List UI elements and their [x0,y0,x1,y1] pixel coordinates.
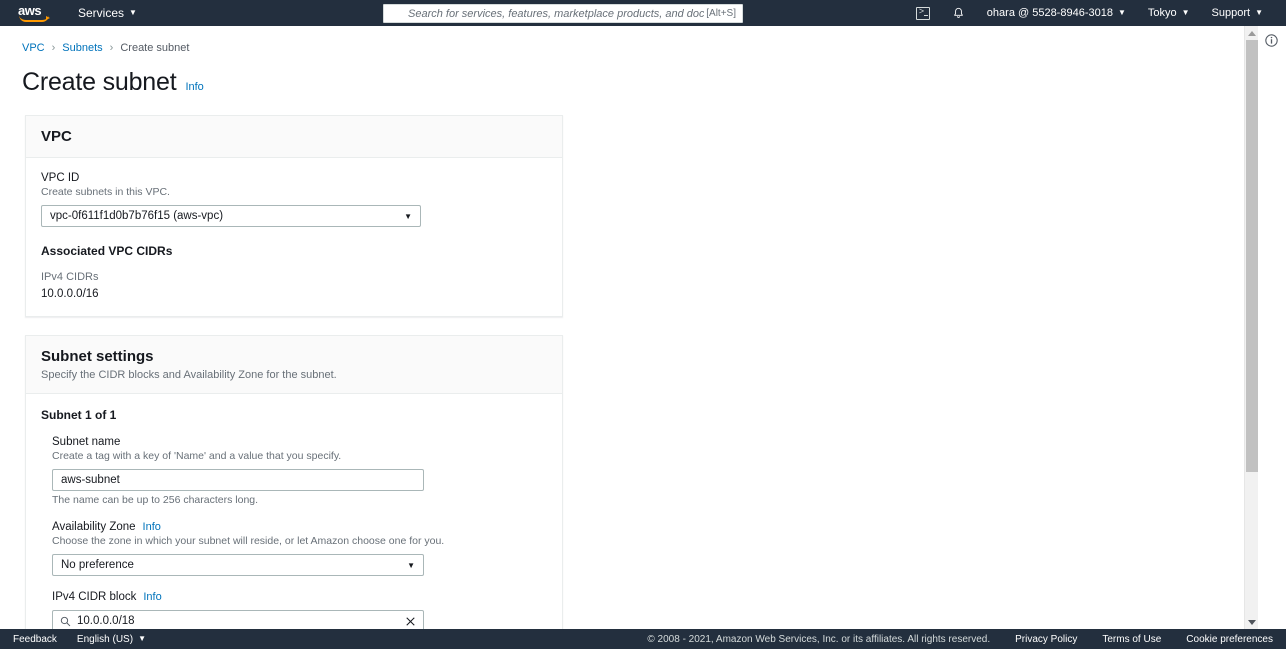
vpc-card-body: VPC ID Create subnets in this VPC. vpc-0… [26,158,562,316]
top-navigation-bar: aws Services ▼ [Alt+S] ohara @ 5528-8946… [0,0,1286,26]
services-menu-label: Services [78,6,125,20]
subnet-index-label: Subnet 1 of 1 [41,408,117,422]
vpc-id-select-value: vpc-0f611f1d0b7b76f15 (aws-vpc) [50,210,224,222]
region-menu-label: Tokyo [1147,7,1177,19]
main-content-area: VPC › Subnets › Create subnet Create sub… [0,26,1244,629]
ipv4-cidr-block-input[interactable]: 10.0.0.0/18 [52,610,424,629]
region-menu[interactable]: Tokyo ▼ [1137,0,1201,26]
search-icon [390,8,401,19]
ipv4-cidrs-value: 10.0.0.0/16 [41,288,99,300]
subnet-settings-card-body: Subnet 1 of 1 Subnet name Create a tag w… [26,394,562,629]
clear-icon[interactable] [405,616,416,627]
footer-left-group: Feedback English (US) ▼ [13,634,146,645]
scrollbar-thumb[interactable] [1246,40,1258,472]
subnet-fields-group: Subnet name Create a tag with a key of '… [52,436,547,629]
vpc-id-label: VPC ID [41,172,80,184]
aws-logo[interactable]: aws [18,2,54,24]
bell-icon [953,7,963,18]
subnet-name-hint: The name can be up to 256 characters lon… [52,494,259,506]
breadcrumb-separator-icon: › [51,42,56,54]
search-icon [60,616,71,626]
subnet-settings-title: Subnet settings [41,348,154,365]
availability-zone-description: Choose the zone in which your subnet wil… [52,535,445,547]
subnet-name-input[interactable]: aws-subnet [52,469,424,491]
ipv4-cidr-block-label: IPv4 CIDR block [52,591,137,603]
chevron-down-icon: ▼ [129,8,137,17]
scrollbar-down-arrow-icon[interactable] [1245,615,1259,629]
cloudshell-button[interactable] [905,0,941,26]
vpc-id-description: Create subnets in this VPC. [41,186,170,198]
breadcrumb-separator-icon: › [109,42,114,54]
associated-vpc-cidrs-title: Associated VPC CIDRs [41,244,173,258]
support-menu[interactable]: Support ▼ [1201,0,1274,26]
account-menu[interactable]: ohara @ 5528-8946-3018 ▼ [976,0,1137,26]
subnet-name-input-value: aws-subnet [61,474,120,486]
subnet-settings-card-header: Subnet settings Specify the CIDR blocks … [26,336,562,394]
scrollbar-up-arrow-icon[interactable] [1245,26,1259,40]
chevron-down-icon: ▼ [138,634,146,643]
privacy-policy-link[interactable]: Privacy Policy [1015,634,1077,645]
breadcrumb-item-vpc[interactable]: VPC [22,42,45,54]
breadcrumb-item-create-subnet: Create subnet [120,42,190,54]
search-input[interactable] [406,6,707,21]
language-selector[interactable]: English (US) ▼ [77,634,146,645]
top-nav-right-group: ohara @ 5528-8946-3018 ▼ Tokyo ▼ Support… [905,0,1274,26]
notifications-button[interactable] [941,0,976,26]
ipv4-cidr-block-value: 10.0.0.0/18 [77,615,135,627]
chevron-down-icon: ▼ [1181,8,1190,17]
account-menu-label: ohara @ 5528-8946-3018 [986,7,1113,19]
page-title: Create subnet [22,68,177,96]
subnet-settings-card: Subnet settings Specify the CIDR blocks … [25,335,563,629]
chevron-down-icon: ▼ [404,211,412,221]
global-search[interactable]: [Alt+S] [383,4,743,23]
page-footer: Feedback English (US) ▼ © 2008 - 2021, A… [0,629,1286,649]
cloudshell-icon [915,6,930,20]
ipv4-cidr-block-info-link[interactable]: Info [143,591,161,603]
vpc-card-title: VPC [41,128,72,145]
availability-zone-label: Availability Zone [52,521,136,533]
vpc-card-header: VPC [26,116,562,158]
chevron-down-icon: ▼ [1255,8,1263,17]
aws-logo-swoosh-icon [19,15,50,22]
copyright-text: © 2008 - 2021, Amazon Web Services, Inc.… [647,633,991,645]
availability-zone-info-link[interactable]: Info [143,521,161,533]
feedback-link[interactable]: Feedback [13,634,57,645]
availability-zone-select[interactable]: No preference ▼ [52,554,424,576]
chevron-down-icon: ▼ [1117,8,1126,17]
page-title-row: Create subnet Info [22,68,1244,97]
chevron-down-icon: ▼ [407,560,415,570]
support-menu-label: Support [1211,7,1251,19]
search-shortcut-hint: [Alt+S] [706,8,736,19]
terms-of-use-link[interactable]: Terms of Use [1102,634,1161,645]
availability-zone-label-row: Availability Zone Info [52,521,547,533]
ipv4-cidrs-label: IPv4 CIDRs [41,271,99,283]
subnet-settings-subtitle: Specify the CIDR blocks and Availability… [41,369,337,381]
subnet-name-label: Subnet name [52,436,121,448]
availability-zone-select-value: No preference [61,559,134,571]
breadcrumb: VPC › Subnets › Create subnet [22,42,1244,54]
ipv4-cidr-block-label-row: IPv4 CIDR block Info [52,591,547,603]
cookie-preferences-link[interactable]: Cookie preferences [1186,634,1273,645]
info-icon[interactable] [1265,34,1278,47]
language-selector-label: English (US) [76,633,134,645]
page-scrollbar[interactable] [1244,26,1258,629]
vpc-card: VPC VPC ID Create subnets in this VPC. v… [25,115,563,317]
subnet-name-description: Create a tag with a key of 'Name' and a … [52,450,342,462]
footer-right-group: © 2008 - 2021, Amazon Web Services, Inc.… [647,634,1273,645]
vpc-id-select[interactable]: vpc-0f611f1d0b7b76f15 (aws-vpc) ▼ [41,205,421,227]
page-info-link[interactable]: Info [185,81,203,93]
breadcrumb-item-subnets[interactable]: Subnets [62,42,102,54]
services-menu[interactable]: Services ▼ [78,6,137,20]
